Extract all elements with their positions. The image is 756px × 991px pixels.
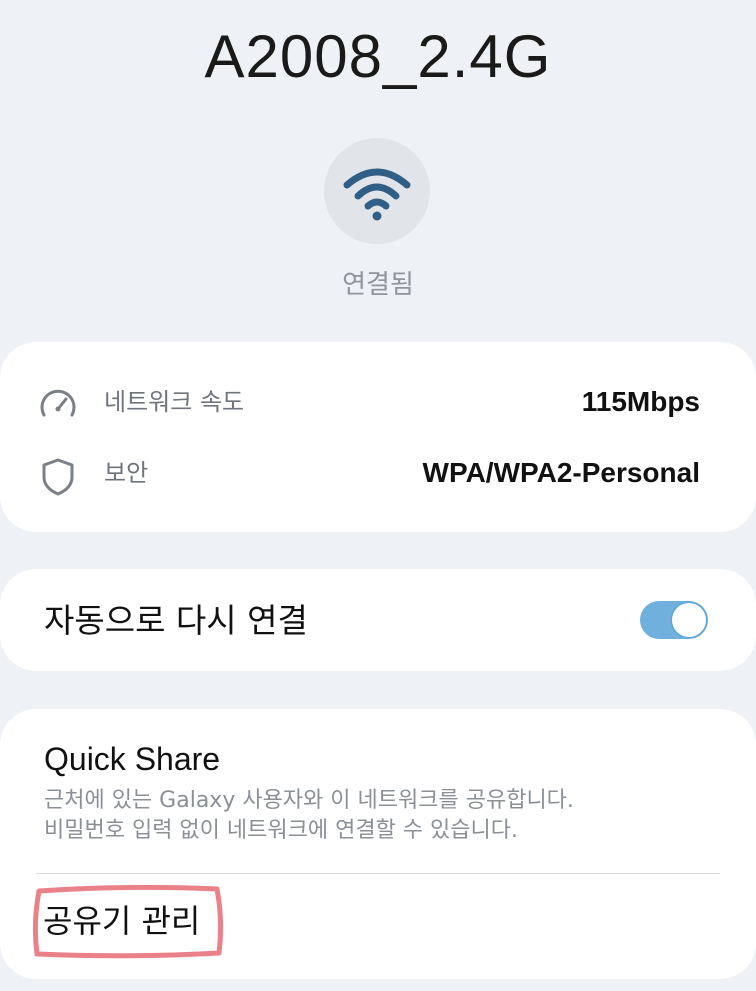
connection-status: 연결됨 [342, 270, 414, 300]
auto-reconnect-toggle[interactable] [640, 601, 708, 639]
quick-share-description-line2: 비밀번호 입력 없이 네트워크에 연결할 수 있습니다. [44, 818, 518, 843]
shield-icon [37, 455, 79, 497]
wifi-icon [343, 168, 411, 221]
auto-reconnect-label: 자동으로 다시 연결 [44, 601, 308, 640]
router-manage-label: 공유기 관리 [43, 902, 201, 940]
security-row: 보안 WPA/WPA2-Personal [0, 449, 756, 499]
speedometer-icon [37, 384, 79, 426]
quick-share-description: 근처에 있는 Galaxy 사용자와 이 네트워크를 공유합니다. 비밀번호 입… [44, 786, 724, 846]
network-speed-value: 115Mbps [581, 386, 700, 417]
wifi-status-circle [324, 138, 430, 244]
security-value: WPA/WPA2-Personal [422, 457, 700, 488]
toggle-knob [672, 603, 706, 637]
network-name-title: A2008_2.4G [204, 23, 552, 90]
network-speed-label: 네트워크 속도 [104, 388, 245, 416]
router-manage-button[interactable]: 공유기 관리 [31, 883, 225, 959]
network-speed-row: 네트워크 속도 115Mbps [0, 378, 756, 428]
security-label: 보안 [104, 459, 149, 487]
quick-share-title[interactable]: Quick Share [44, 738, 220, 780]
network-info-card [0, 342, 756, 532]
quick-share-description-line1: 근처에 있는 Galaxy 사용자와 이 네트워크를 공유합니다. [44, 788, 574, 813]
divider [36, 873, 720, 874]
